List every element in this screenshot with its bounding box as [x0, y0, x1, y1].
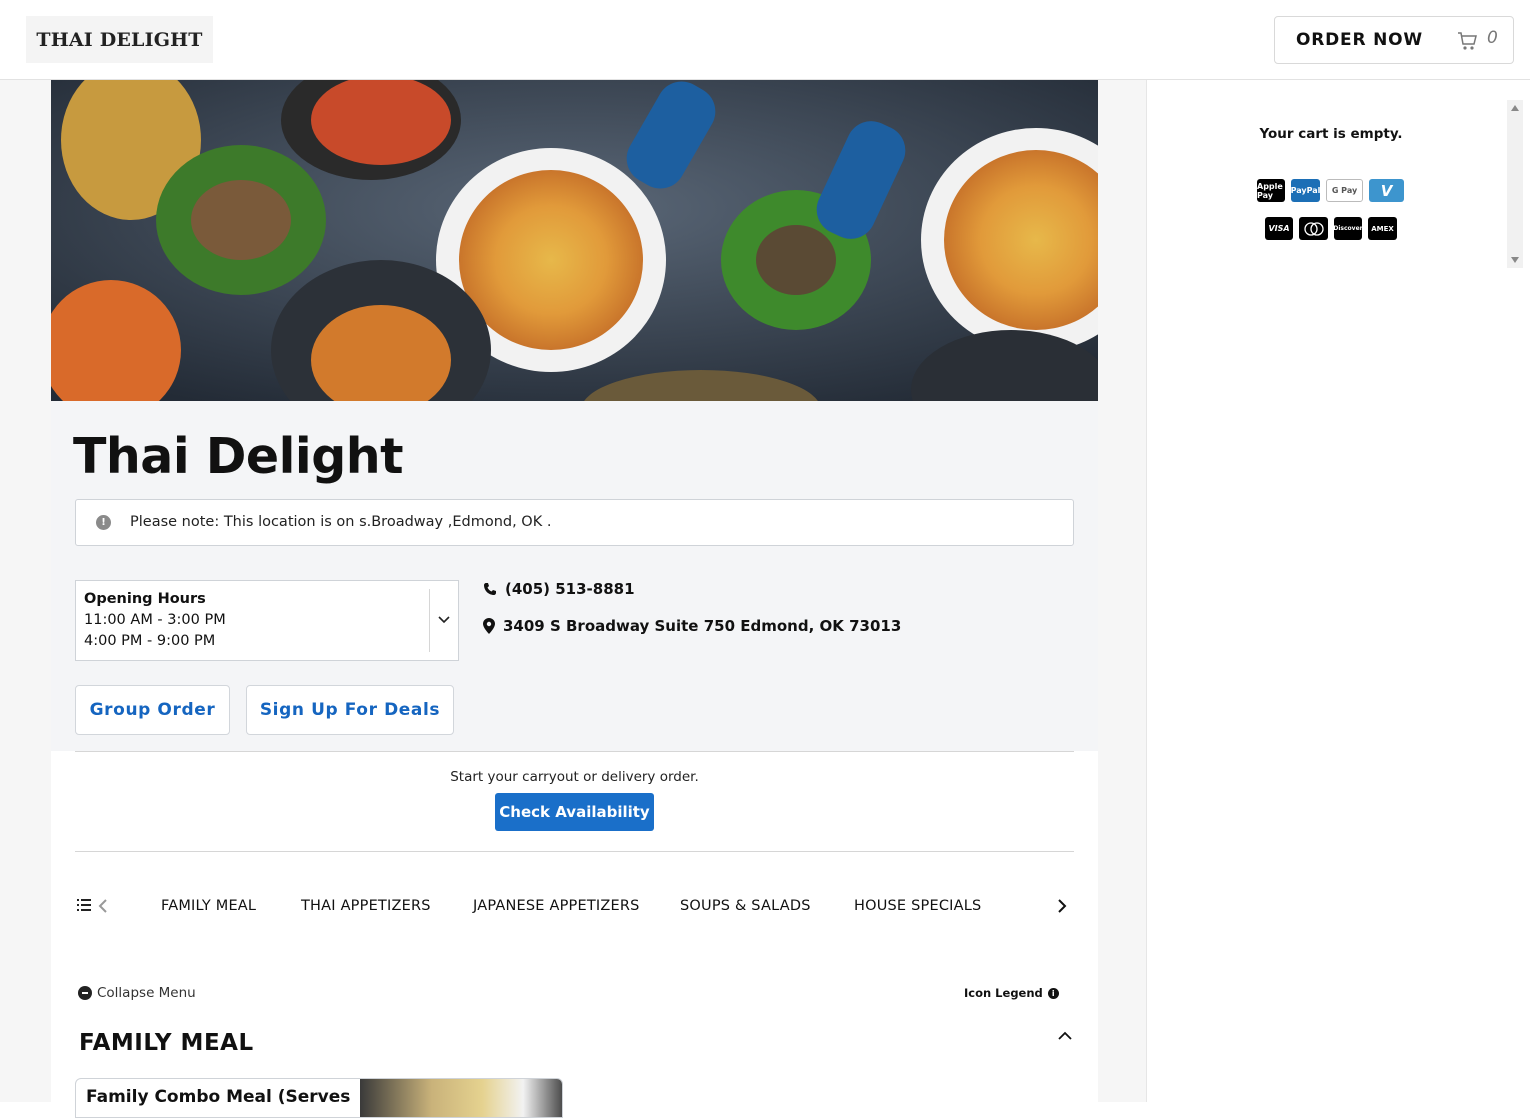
- section-title: FAMILY MEAL: [79, 1030, 254, 1056]
- sign-up-deals-button[interactable]: Sign Up For Deals: [246, 685, 454, 735]
- discover-icon: Discover: [1333, 217, 1363, 240]
- category-tab[interactable]: HOUSE SPECIALS: [854, 898, 981, 914]
- category-tab[interactable]: FAMILY MEAL: [161, 898, 256, 914]
- category-nav: FAMILY MEAL THAI APPETIZERS JAPANESE APP…: [75, 888, 1074, 924]
- chevron-down-icon[interactable]: [438, 614, 450, 626]
- icon-legend-button[interactable]: Icon Legend i: [964, 986, 1059, 1000]
- menu-item-image: [360, 1079, 562, 1117]
- menu-item-card[interactable]: Family Combo Meal (Serves: [75, 1078, 563, 1118]
- notice-text: Please note: This location is on s.Broad…: [130, 514, 552, 530]
- apple-pay-icon: Apple Pay: [1257, 179, 1285, 202]
- phone-number[interactable]: (405) 513-8881: [483, 580, 635, 598]
- cart-count: 0: [1487, 28, 1498, 48]
- category-tab[interactable]: THAI APPETIZERS: [301, 898, 431, 914]
- restaurant-logo[interactable]: THAI DELIGHT: [26, 16, 213, 63]
- opening-hours-dropdown[interactable]: Opening Hours 11:00 AM - 3:00 PM 4:00 PM…: [75, 580, 459, 661]
- category-tab[interactable]: JAPANESE APPETIZERS: [473, 898, 640, 914]
- left-gutter: [0, 80, 51, 1102]
- group-order-button[interactable]: Group Order: [75, 685, 230, 735]
- right-gutter: [1098, 80, 1146, 1102]
- hours-line-2: 4:00 PM - 9:00 PM: [84, 633, 216, 649]
- cart-icon: [1458, 32, 1477, 50]
- category-tab[interactable]: SOUPS & SALADS: [680, 898, 811, 914]
- top-bar: THAI DELIGHT ORDER NOW 0: [0, 0, 1530, 80]
- minus-circle-icon: [78, 986, 92, 1000]
- chevron-up-icon[interactable]: [1058, 1031, 1072, 1041]
- visa-icon: VISA: [1265, 217, 1293, 240]
- order-now-label: ORDER NOW: [1296, 30, 1423, 50]
- list-icon[interactable]: [77, 898, 91, 912]
- icon-legend-label: Icon Legend: [964, 986, 1043, 1000]
- map-pin-icon: [483, 618, 495, 634]
- start-order-text: Start your carryout or delivery order.: [450, 769, 699, 785]
- address-text: 3409 S Broadway Suite 750 Edmond, OK 730…: [503, 617, 902, 635]
- hours-title: Opening Hours: [84, 591, 206, 607]
- scroll-down-icon[interactable]: [1511, 257, 1519, 263]
- collapse-menu-button[interactable]: Collapse Menu: [78, 985, 196, 1001]
- info-icon: !: [96, 515, 111, 530]
- hours-line-1: 11:00 AM - 3:00 PM: [84, 612, 226, 628]
- mastercard-icon: [1299, 217, 1328, 240]
- phone-text: (405) 513-8881: [505, 580, 635, 598]
- info-icon: i: [1047, 987, 1059, 999]
- order-now-button[interactable]: ORDER NOW 0: [1274, 16, 1514, 64]
- payment-row-2: VISA Discover AMEX: [1265, 217, 1397, 240]
- divider: [75, 751, 1074, 752]
- scroll-up-icon[interactable]: [1511, 105, 1519, 111]
- google-pay-icon: G Pay: [1326, 179, 1363, 202]
- menu-item-name: Family Combo Meal (Serves: [86, 1087, 351, 1107]
- hero-food-image: [51, 80, 1098, 401]
- chevron-right-icon[interactable]: [1056, 898, 1068, 914]
- amex-icon: AMEX: [1368, 217, 1397, 240]
- divider: [75, 851, 1074, 852]
- payment-row-1: Apple Pay PayPal G Pay V: [1257, 179, 1404, 202]
- hours-divider: [429, 589, 430, 652]
- chevron-left-icon[interactable]: [97, 898, 109, 914]
- phone-icon: [484, 583, 496, 595]
- address[interactable]: 3409 S Broadway Suite 750 Edmond, OK 730…: [483, 617, 901, 635]
- venmo-icon: V: [1369, 179, 1404, 202]
- location-notice: ! Please note: This location is on s.Bro…: [75, 499, 1074, 546]
- restaurant-name: Thai Delight: [73, 428, 404, 485]
- collapse-menu-label: Collapse Menu: [97, 985, 196, 1001]
- cart-empty-text: Your cart is empty.: [1259, 126, 1403, 142]
- paypal-icon: PayPal: [1291, 179, 1320, 202]
- check-availability-button[interactable]: Check Availability: [495, 793, 654, 831]
